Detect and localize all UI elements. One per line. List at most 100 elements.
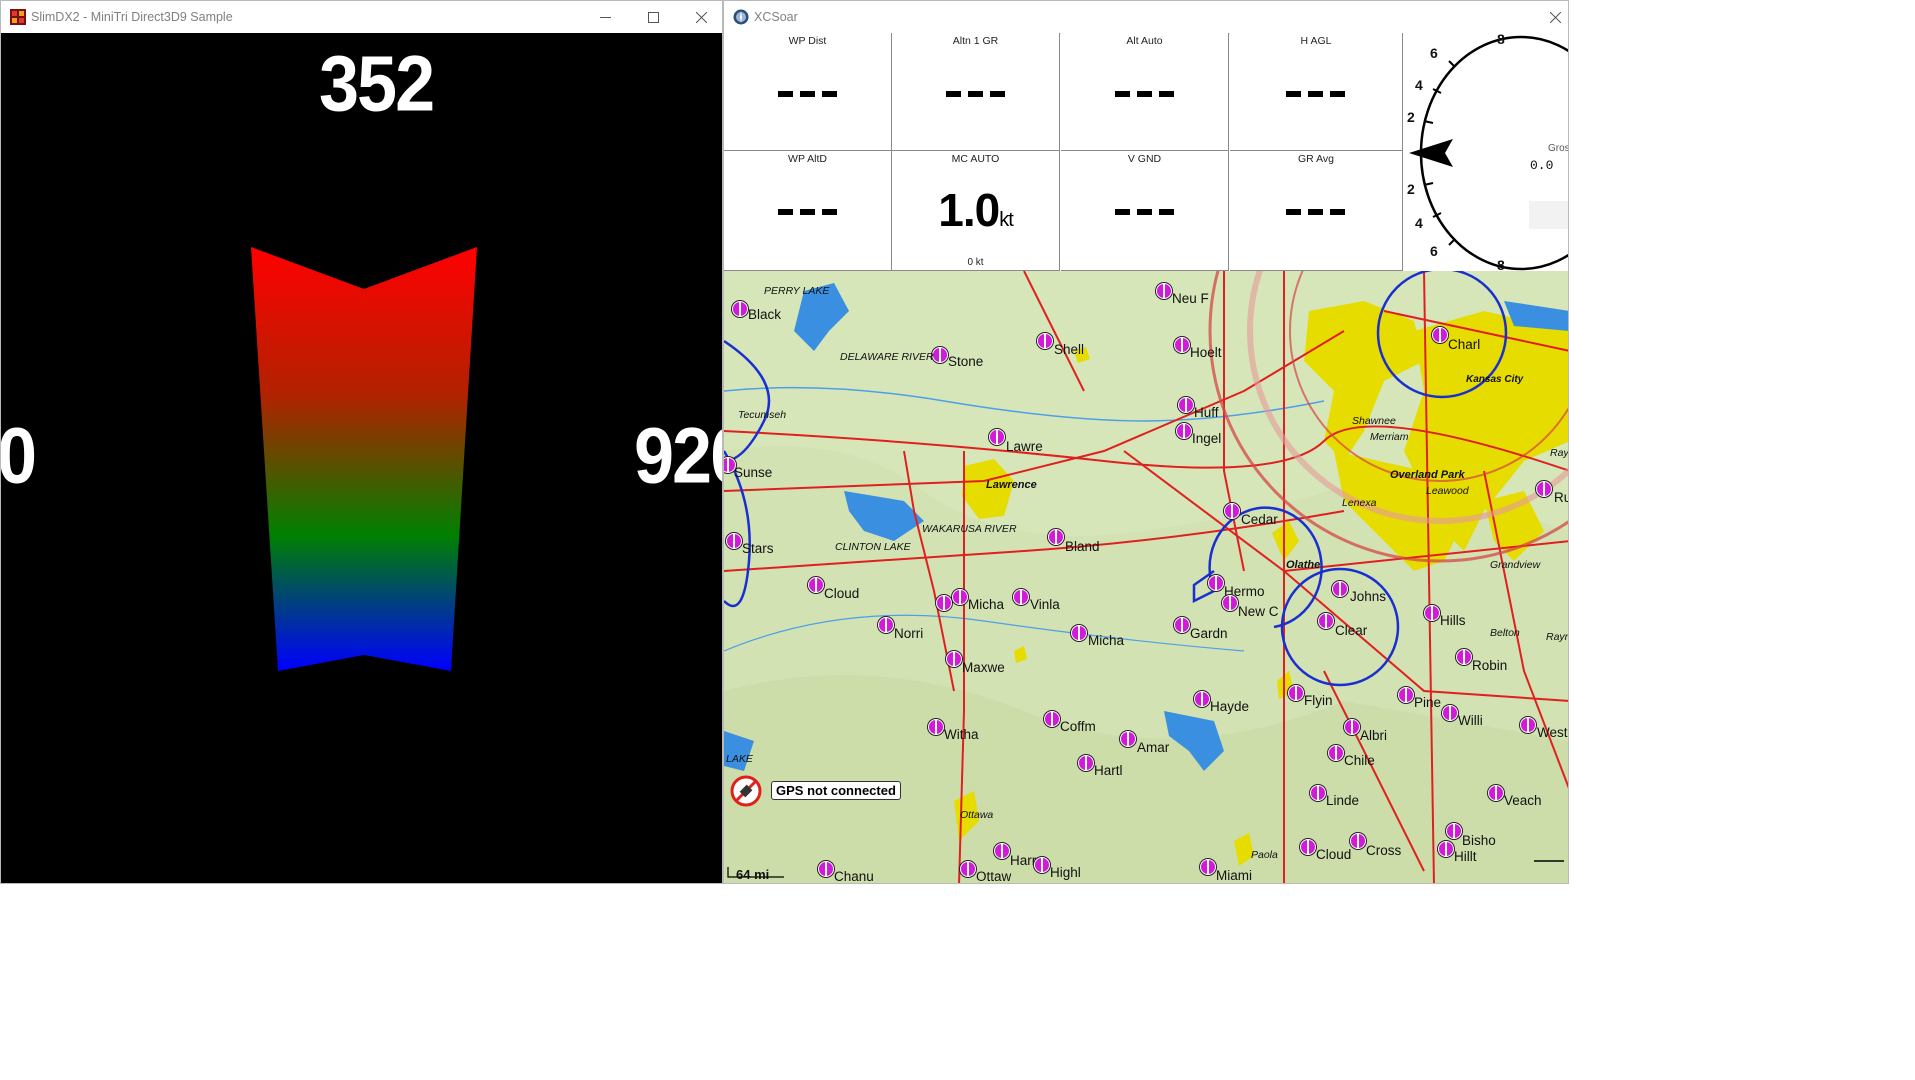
waypoint-marker[interactable] <box>989 429 1005 445</box>
infobox-h-agl[interactable]: H AGL <box>1230 33 1403 151</box>
waypoint-marker[interactable] <box>1488 785 1504 801</box>
infobox-value-placeholder <box>1114 91 1175 99</box>
waypoint-marker[interactable] <box>1318 613 1334 629</box>
waypoint-marker[interactable] <box>946 651 962 667</box>
waypoint-marker[interactable] <box>1222 595 1238 611</box>
vario-top-label: 8 <box>1497 33 1505 47</box>
vario-gauge[interactable]: 6 4 2 2 4 6 8 8 Gros 0.0 <box>1403 33 1568 271</box>
mc-value: 1.0 <box>938 184 1000 236</box>
waypoint-marker[interactable] <box>1034 857 1050 873</box>
infobox-wp-altd[interactable]: WP AltD <box>724 151 892 271</box>
waypoint-marker[interactable] <box>1208 575 1224 591</box>
waypoint-marker[interactable] <box>732 301 748 317</box>
waypoint-marker[interactable] <box>1174 337 1190 353</box>
waypoint-label: Gardn <box>1190 626 1228 641</box>
waypoint-marker[interactable] <box>1071 625 1087 641</box>
waypoint-marker[interactable] <box>1432 327 1448 343</box>
waypoint-marker[interactable] <box>1178 397 1194 413</box>
infobox-wp-dist[interactable]: WP Dist <box>724 33 892 151</box>
close-button[interactable] <box>678 1 722 33</box>
waypoint-marker[interactable] <box>1194 691 1210 707</box>
place-label: CLINTON LAKE <box>835 541 911 553</box>
waypoint-label: Stars <box>742 541 774 556</box>
place-label: DELAWARE RIVER <box>840 351 934 363</box>
waypoint-marker[interactable] <box>1332 581 1348 597</box>
waypoint-marker[interactable] <box>1176 423 1192 439</box>
waypoint-label: Bland <box>1065 539 1100 554</box>
waypoint-marker[interactable] <box>932 347 948 363</box>
minimize-button[interactable] <box>582 1 628 33</box>
waypoint-marker[interactable] <box>1120 731 1136 747</box>
map-scale-label: 64 mi <box>736 867 770 882</box>
waypoint-label: Ottaw <box>976 869 1012 883</box>
infobox-mc-auto[interactable]: MC AUTO 1.0kt 0 kt <box>892 151 1060 271</box>
infobox-title: WP AltD <box>788 153 827 165</box>
direct3d-viewport[interactable]: 352 0 920 <box>1 33 722 883</box>
waypoint-marker[interactable] <box>1344 719 1360 735</box>
place-label: WAKARUSA RIVER <box>922 523 1017 535</box>
infobox-altn-1-gr[interactable]: Altn 1 GR <box>892 33 1060 151</box>
waypoint-marker[interactable] <box>1037 333 1053 349</box>
waypoint-marker[interactable] <box>994 843 1010 859</box>
waypoint-label: Willi <box>1458 713 1483 728</box>
infobox-value-placeholder <box>945 91 1006 99</box>
gradient-chevron-shape <box>251 247 477 671</box>
vario-tick-label: 4 <box>1415 77 1423 93</box>
waypoint-marker[interactable] <box>936 595 952 611</box>
waypoint-label: Cloud <box>1316 847 1352 862</box>
waypoint-marker[interactable] <box>928 719 944 735</box>
waypoint-label: New C <box>1238 604 1279 619</box>
waypoint-marker[interactable] <box>818 861 834 877</box>
waypoint-label: Ru <box>1554 490 1568 505</box>
waypoint-label: Flyin <box>1304 693 1333 708</box>
waypoint-marker[interactable] <box>1520 717 1536 733</box>
waypoint-marker[interactable] <box>1200 859 1216 875</box>
vario-gross-label: Gros <box>1548 143 1568 154</box>
waypoint-marker[interactable] <box>1442 705 1458 721</box>
waypoint-marker[interactable] <box>952 589 968 605</box>
waypoint-label: Chile <box>1344 753 1375 768</box>
gps-status-label: GPS not connected <box>771 781 901 800</box>
waypoint-marker[interactable] <box>878 617 894 633</box>
waypoint-marker[interactable] <box>1156 283 1172 299</box>
infobox-gr-avg[interactable]: GR Avg <box>1230 151 1403 271</box>
maximize-button[interactable] <box>630 1 676 33</box>
waypoint-marker[interactable] <box>1536 481 1552 497</box>
waypoint-marker[interactable] <box>1044 711 1060 727</box>
infobox-alt-auto[interactable]: Alt Auto <box>1061 33 1229 151</box>
waypoint-marker[interactable] <box>1350 833 1366 849</box>
waypoint-marker[interactable] <box>1446 823 1462 839</box>
maximize-icon <box>647 11 659 23</box>
place-label: Lawrence <box>986 479 1037 491</box>
infobox-value-placeholder <box>1114 209 1175 217</box>
waypoint-marker[interactable] <box>726 533 742 549</box>
waypoint-marker[interactable] <box>808 577 824 593</box>
waypoint-marker[interactable] <box>1398 687 1414 703</box>
waypoint-marker[interactable] <box>1224 503 1240 519</box>
xcsoar-titlebar[interactable]: XCSoar <box>724 1 1568 34</box>
waypoint-label: Johns <box>1350 589 1387 604</box>
waypoint-marker[interactable] <box>1310 785 1326 801</box>
xcsoar-window-title: XCSoar <box>754 10 798 24</box>
waypoint-marker[interactable] <box>1424 605 1440 621</box>
waypoint-marker[interactable] <box>1013 589 1029 605</box>
waypoint-marker[interactable] <box>1288 685 1304 701</box>
waypoint-marker[interactable] <box>960 861 976 877</box>
waypoint-marker[interactable] <box>1438 841 1454 857</box>
waypoint-label: Vinla <box>1030 597 1060 612</box>
waypoint-marker[interactable] <box>1174 617 1190 633</box>
waypoint-marker[interactable] <box>1328 745 1344 761</box>
moving-map[interactable]: Black Stone Shell Neu F Hoelt Charl Huff… <box>724 271 1568 883</box>
infobox-title: WP Dist <box>788 35 827 47</box>
waypoint-marker[interactable] <box>1300 839 1316 855</box>
infobox-v-gnd[interactable]: V GND <box>1061 151 1229 271</box>
place-label: Olathe <box>1286 559 1321 571</box>
waypoint-marker[interactable] <box>1456 649 1472 665</box>
close-icon <box>695 11 707 23</box>
waypoint-marker[interactable] <box>1078 755 1094 771</box>
xcsoar-close-button[interactable] <box>1532 1 1568 33</box>
waypoint-label: Albri <box>1360 728 1388 743</box>
waypoint-label: Micha <box>1088 633 1125 648</box>
waypoint-marker[interactable] <box>1048 529 1064 545</box>
slimdx-titlebar[interactable]: SlimDX2 - MiniTri Direct3D9 Sample <box>1 1 722 34</box>
